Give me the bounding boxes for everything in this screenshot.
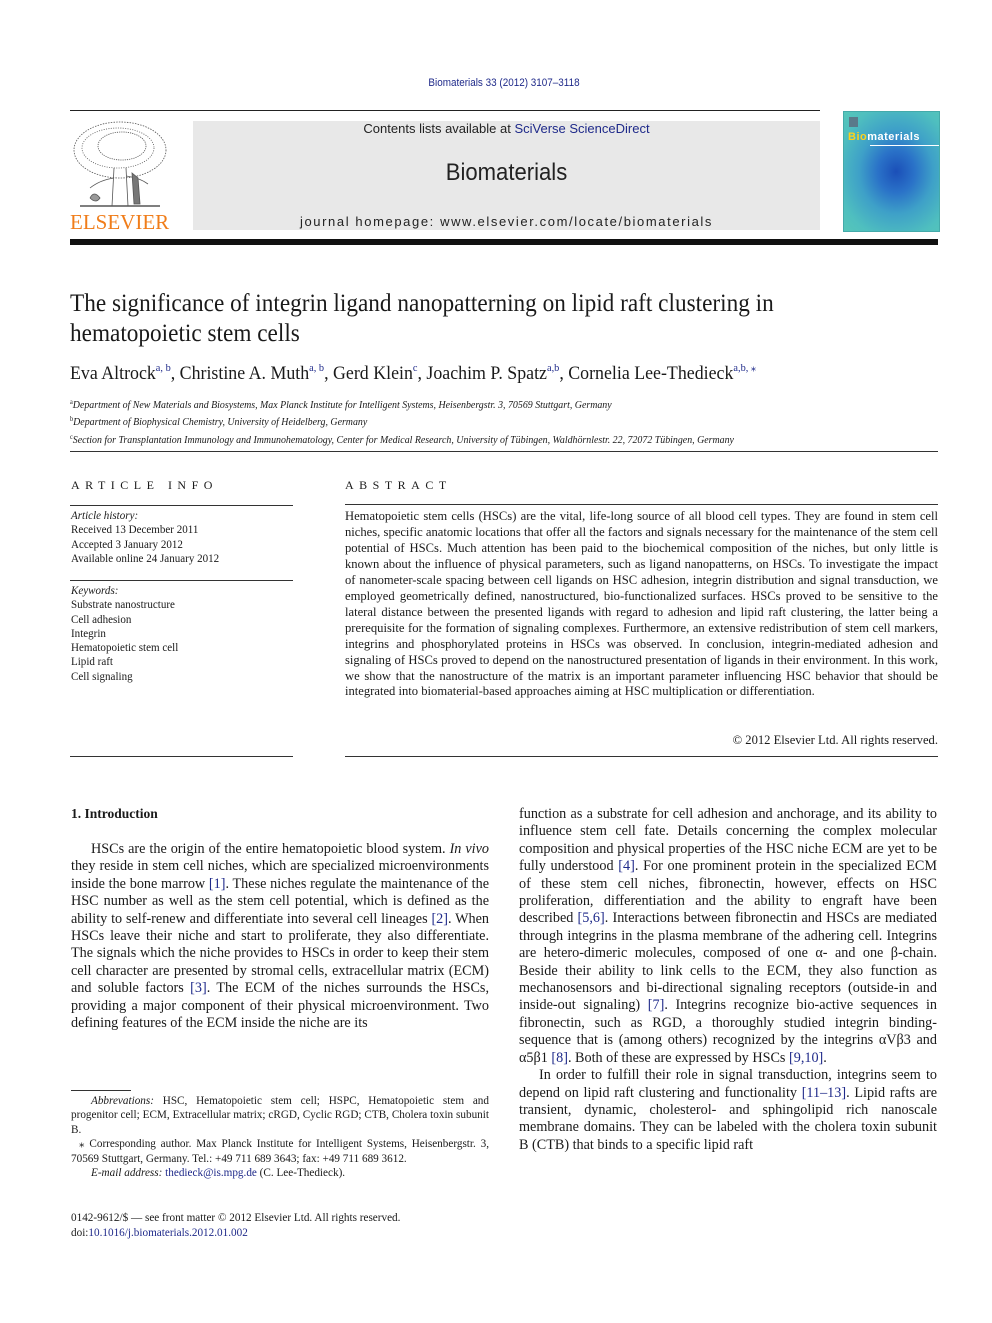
keyword: Substrate nanostructure [71, 599, 175, 612]
divider [345, 756, 938, 757]
divider [70, 580, 293, 581]
divider [70, 505, 293, 506]
journal-name: Biomaterials [445, 159, 568, 186]
history-item: Received 13 December 2011 [71, 524, 199, 537]
keyword: Cell signaling [71, 670, 133, 683]
abbreviations-footnote: Abbrevations: HSC, Hematopoietic stem ce… [71, 1095, 489, 1136]
affiliation: cSection for Transplantation Immunology … [70, 432, 734, 446]
keywords: Keywords: Substrate nanostructure Cell a… [71, 584, 178, 684]
text-run: HSCs are the origin of the entire hemato… [91, 841, 450, 857]
article-info-heading: ARTICLE INFO [71, 478, 218, 492]
divider [345, 504, 938, 505]
divider [70, 756, 293, 757]
sciencedirect-link[interactable]: SciVerse ScienceDirect [514, 121, 649, 136]
journal-banner: Contents lists available at SciVerse Sci… [193, 121, 820, 230]
email-footnote: E-mail address: thedieck@is.mpg.de (C. L… [91, 1167, 346, 1180]
cover-publisher-icon [849, 117, 858, 127]
affiliation: aDepartment of New Materials and Biosyst… [70, 398, 612, 411]
body-column-left: HSCs are the origin of the entire hemato… [71, 841, 489, 1032]
history-item: Accepted 3 January 2012 [71, 538, 183, 551]
keyword: Hematopoietic stem cell [71, 642, 179, 655]
keyword: Cell adhesion [71, 613, 132, 626]
abstract-heading: ABSTRACT [345, 478, 452, 492]
journal-homepage[interactable]: journal homepage: www.elsevier.com/locat… [193, 214, 820, 229]
doi-link[interactable]: 10.1016/j.biomaterials.2012.01.002 [88, 1227, 247, 1239]
history-label: Article history: [71, 510, 139, 522]
elsevier-logo[interactable]: ELSEVIER [70, 118, 174, 234]
citation-link[interactable]: [3] [190, 980, 207, 996]
author: Cornelia Lee-Thediecka,b, ⁎ [568, 362, 757, 384]
keywords-label: Keywords: [71, 585, 119, 597]
keyword: Lipid raft [71, 656, 113, 669]
citation-link[interactable]: [2] [431, 911, 448, 927]
elsevier-wordmark: ELSEVIER [70, 210, 170, 234]
footnotes: Abbrevations: HSC, Hematopoietic stem ce… [71, 1094, 489, 1180]
author: Christine A. Mutha, b [179, 362, 325, 384]
cover-rule [870, 145, 939, 146]
journal-cover-image[interactable]: Biomaterials [843, 111, 940, 232]
author: Gerd Kleinc [333, 362, 418, 384]
citation-link[interactable]: [11–13] [802, 1085, 846, 1101]
article-title: The significance of integrin ligand nano… [70, 290, 774, 347]
author: Joachim P. Spatza,b [426, 362, 560, 384]
keyword: Integrin [71, 627, 106, 640]
elsevier-tree-icon [70, 118, 170, 210]
abstract-text: Hematopoietic stem cells (HSCs) are the … [345, 509, 938, 699]
header-thick-rule [70, 239, 938, 245]
body-paragraph: function as a substrate for cell adhesio… [519, 806, 937, 1067]
contents-line: Contents lists available at SciVerse Sci… [363, 121, 650, 136]
citation-link[interactable]: [5,6] [578, 910, 605, 926]
history-item: Available online 24 January 2012 [71, 552, 220, 565]
affiliation: bDepartment of Biophysical Chemistry, Un… [70, 415, 368, 429]
divider [70, 451, 938, 452]
cover-title: Biomaterials [848, 131, 921, 143]
legal-info: 0142-9612/$ — see front matter © 2012 El… [71, 1211, 400, 1240]
email-link[interactable]: thedieck@is.mpg.de [165, 1167, 257, 1179]
body-column-right: function as a substrate for cell adhesio… [519, 806, 937, 1154]
affiliations: aDepartment of New Materials and Biosyst… [70, 395, 880, 447]
corresponding-author-footnote: ⁎ Corresponding author. Max Planck Insti… [71, 1138, 489, 1165]
body-paragraph: HSCs are the origin of the entire hemato… [71, 841, 489, 1032]
header-top-rule [70, 110, 820, 111]
text-run: . [823, 1049, 827, 1066]
journal-reference[interactable]: Biomaterials 33 (2012) 3107–3118 [50, 77, 957, 89]
abstract-copyright: © 2012 Elsevier Ltd. All rights reserved… [732, 733, 938, 747]
text-run: . Both of these are expressed by HSCs [567, 1049, 789, 1066]
citation-link[interactable]: [9,10] [789, 1050, 823, 1066]
article-history: Article history: Received 13 December 20… [71, 509, 219, 566]
citation-link[interactable]: [8] [551, 1050, 568, 1066]
citation-link[interactable]: [4] [618, 858, 635, 874]
issn-line: 0142-9612/$ — see front matter © 2012 El… [71, 1212, 401, 1224]
body-paragraph: In order to fulfill their role in signal… [519, 1067, 937, 1154]
author: Eva Altrocka, b [70, 362, 171, 384]
doi-line: doi:10.1016/j.biomaterials.2012.01.002 [71, 1226, 248, 1239]
author-list: Eva Altrocka, b, Christine A. Mutha, b, … [70, 362, 757, 384]
citation-link[interactable]: [1] [209, 876, 226, 892]
italic-text: In vivo [449, 841, 490, 857]
section-heading-introduction: 1. Introduction [71, 806, 158, 821]
footnote-rule [71, 1090, 131, 1091]
citation-link[interactable]: [7] [648, 997, 665, 1013]
